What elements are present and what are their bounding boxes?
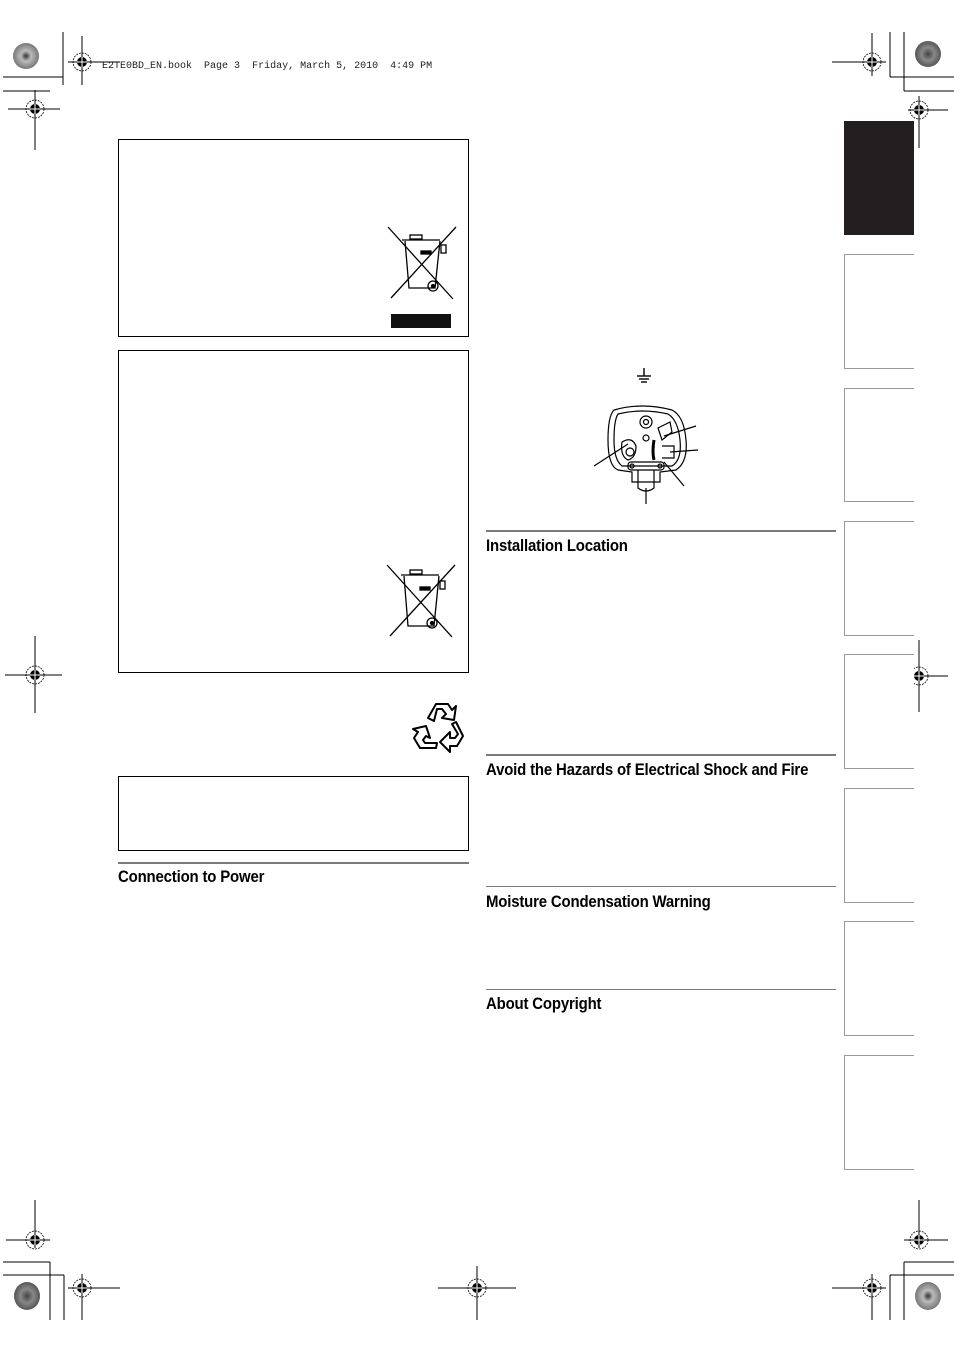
section-divider [486, 989, 836, 990]
section-divider [486, 886, 836, 887]
side-tab-6[interactable] [844, 788, 914, 903]
side-tab-5[interactable] [844, 654, 914, 769]
section-heading-electrical-hazards: Avoid the Hazards of Electrical Shock an… [486, 760, 809, 779]
side-tab-8[interactable] [844, 1055, 914, 1170]
side-tab-3[interactable] [844, 388, 914, 502]
side-tab-1-active[interactable] [844, 121, 914, 235]
weee-date-label-bar [391, 314, 451, 328]
side-tab-2[interactable] [844, 254, 914, 369]
color-target-bottom-right [915, 1282, 941, 1310]
recycle-icon [412, 703, 464, 753]
print-header: E2TE0BD_EN.book Page 3 Friday, March 5, … [102, 61, 432, 72]
side-tab-7[interactable] [844, 921, 914, 1036]
weee-bin-icon [387, 226, 457, 300]
color-target-top-right [915, 41, 941, 67]
section-heading-connection-to-power: Connection to Power [118, 867, 265, 886]
earth-ground-symbol-icon [637, 368, 651, 383]
side-tab-4[interactable] [844, 521, 914, 636]
section-divider [486, 754, 836, 756]
color-target-bottom-left [14, 1282, 40, 1310]
color-target-top-left [13, 43, 39, 69]
section-heading-moisture-condensation: Moisture Condensation Warning [486, 892, 711, 911]
uk-plug-wiring-diagram [593, 405, 699, 504]
print-header-file: E2TE0BD_EN.book [102, 61, 193, 72]
section-heading-installation-location: Installation Location [486, 536, 628, 555]
section-heading-about-copyright: About Copyright [486, 994, 602, 1013]
section-divider [118, 862, 469, 864]
print-header-page: Page 3 [204, 61, 241, 72]
notice-box-3 [118, 776, 469, 851]
section-divider [486, 530, 836, 532]
weee-bin-icon [386, 564, 456, 638]
print-header-time: 4:49 PM [390, 61, 433, 72]
print-header-date: Friday, March 5, 2010 [252, 61, 379, 72]
